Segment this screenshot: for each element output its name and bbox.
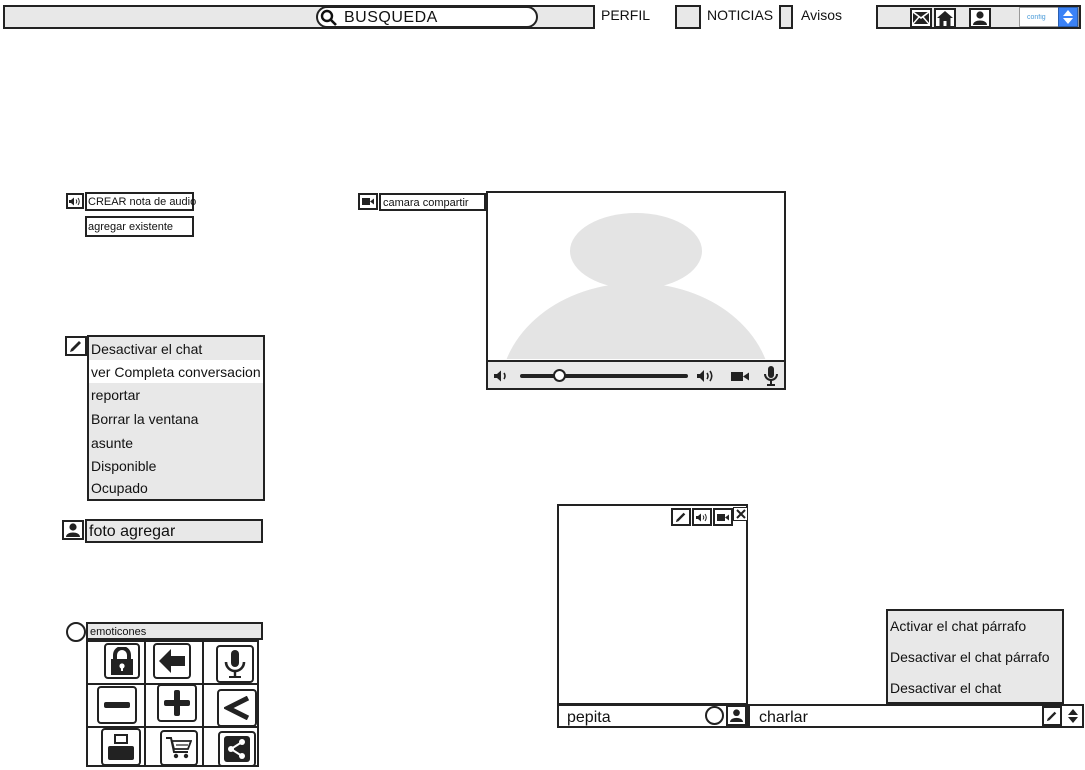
menu-item-desactivar-parrafo[interactable]: Desactivar el chat párrafo [888, 641, 1062, 675]
mail-icon[interactable] [910, 8, 932, 28]
plus-icon[interactable] [157, 684, 197, 722]
emoticons-label: emoticones [90, 627, 147, 638]
chat-message-placeholder: charlar [759, 710, 808, 726]
menu-item-label: Activar el chat párrafo [890, 618, 1027, 634]
updown-arrow-icon [1058, 7, 1078, 27]
chat-contact-name: pepita [567, 710, 611, 726]
seek-handle[interactable] [553, 369, 566, 382]
nav-perfil[interactable]: PERFIL [593, 5, 677, 29]
menu-item-ocupado[interactable]: Ocupado [89, 477, 263, 499]
microphone-icon[interactable] [764, 366, 778, 387]
user-photo-icon [62, 520, 84, 540]
volume-high-icon[interactable] [697, 369, 717, 383]
video-player[interactable] [486, 191, 786, 390]
updown-arrow-icon[interactable] [1064, 706, 1082, 726]
menu-item-label: Disponible [91, 457, 157, 474]
menu-item-label: Desactivar el chat [91, 340, 203, 357]
camera-share-label: camara compartir [383, 198, 469, 209]
user-icon[interactable] [726, 705, 747, 726]
lock-icon[interactable] [104, 643, 140, 679]
add-photo-label: foto agregar [89, 524, 176, 540]
menu-item-reportar[interactable]: reportar [89, 383, 263, 409]
emoticons-header[interactable]: emoticones [86, 622, 263, 640]
video-camera-icon [358, 193, 378, 210]
speaker-icon[interactable] [692, 508, 712, 526]
search-icon [320, 9, 338, 27]
user-icon[interactable] [969, 8, 991, 28]
chat-paragraph-menu: Activar el chat párrafo Desactivar el ch… [886, 609, 1064, 704]
share-icon[interactable] [218, 731, 256, 767]
config-select[interactable]: config [1019, 7, 1079, 27]
close-icon[interactable] [733, 507, 748, 521]
video-camera-icon[interactable] [713, 508, 733, 526]
menu-item-activar-parrafo[interactable]: Activar el chat párrafo [888, 611, 1062, 643]
menu-item-label: Borrar la ventana [91, 411, 199, 427]
menu-item-disponible[interactable]: Disponible [89, 454, 263, 479]
nav-perfil-label: PERFIL [601, 8, 651, 22]
seek-bar[interactable] [520, 374, 688, 378]
chat-message-input[interactable]: charlar [748, 704, 1084, 728]
menu-item-borrar-ventana[interactable]: Borrar la ventana [89, 407, 263, 433]
menu-item-label: reportar [91, 387, 141, 403]
menu-item-asunte[interactable]: asunte [89, 431, 263, 456]
volume-low-icon[interactable] [494, 370, 510, 382]
search-label: BUSQUEDA [344, 10, 438, 26]
home-icon[interactable] [934, 8, 956, 28]
printer-icon[interactable] [101, 728, 141, 766]
cart-icon[interactable] [160, 730, 198, 766]
microphone-icon[interactable] [216, 645, 254, 683]
add-existing-audio-button[interactable]: agregar existente [85, 216, 194, 237]
pencil-icon[interactable] [1042, 706, 1062, 726]
menu-item-label: Desactivar el chat [890, 679, 1002, 696]
chat-options-menu: Desactivar el chat ver Completa conversa… [87, 335, 265, 501]
menu-item-label: Ocupado [91, 480, 148, 496]
create-audio-note-label: CREAR nota de audio [88, 196, 197, 208]
chat-window [557, 504, 748, 705]
radio-circle[interactable] [66, 622, 86, 642]
nav-noticias-label: NOTICIAS [707, 8, 774, 22]
pencil-icon[interactable] [65, 336, 87, 356]
menu-item-label: Desactivar el chat párrafo [890, 649, 1050, 665]
search-box[interactable]: BUSQUEDA [316, 6, 538, 28]
menu-item-label: ver Completa conversacion [91, 363, 261, 380]
pencil-icon[interactable] [671, 508, 691, 526]
camera-share-button[interactable]: camara compartir [379, 193, 486, 211]
menu-item-label: asunte [91, 434, 134, 451]
less-than-icon[interactable] [217, 689, 257, 727]
menu-item-desactivar-chat[interactable]: Desactivar el chat [89, 337, 263, 362]
minus-icon[interactable] [97, 686, 137, 724]
create-audio-note-button[interactable]: CREAR nota de audio [85, 192, 197, 211]
add-existing-audio-label: agregar existente [88, 222, 173, 233]
speaker-icon [66, 193, 84, 209]
menu-item-ver-conversacion[interactable]: ver Completa conversacion [89, 360, 263, 385]
menu-item-desactivar-chat[interactable]: Desactivar el chat [888, 673, 1062, 702]
status-circle[interactable] [705, 706, 724, 725]
video-silhouette [488, 193, 784, 359]
config-label: config [1027, 14, 1046, 21]
video-controls [488, 360, 784, 388]
nav-avisos-label: Avisos [801, 8, 842, 22]
nav-avisos[interactable]: Avisos [791, 5, 878, 29]
chat-name-field[interactable]: pepita [557, 704, 748, 728]
add-photo-button[interactable]: foto agregar [85, 519, 263, 543]
arrow-left-icon[interactable] [153, 643, 191, 679]
camera-icon[interactable] [731, 372, 749, 381]
nav-noticias[interactable]: NOTICIAS [699, 5, 781, 29]
